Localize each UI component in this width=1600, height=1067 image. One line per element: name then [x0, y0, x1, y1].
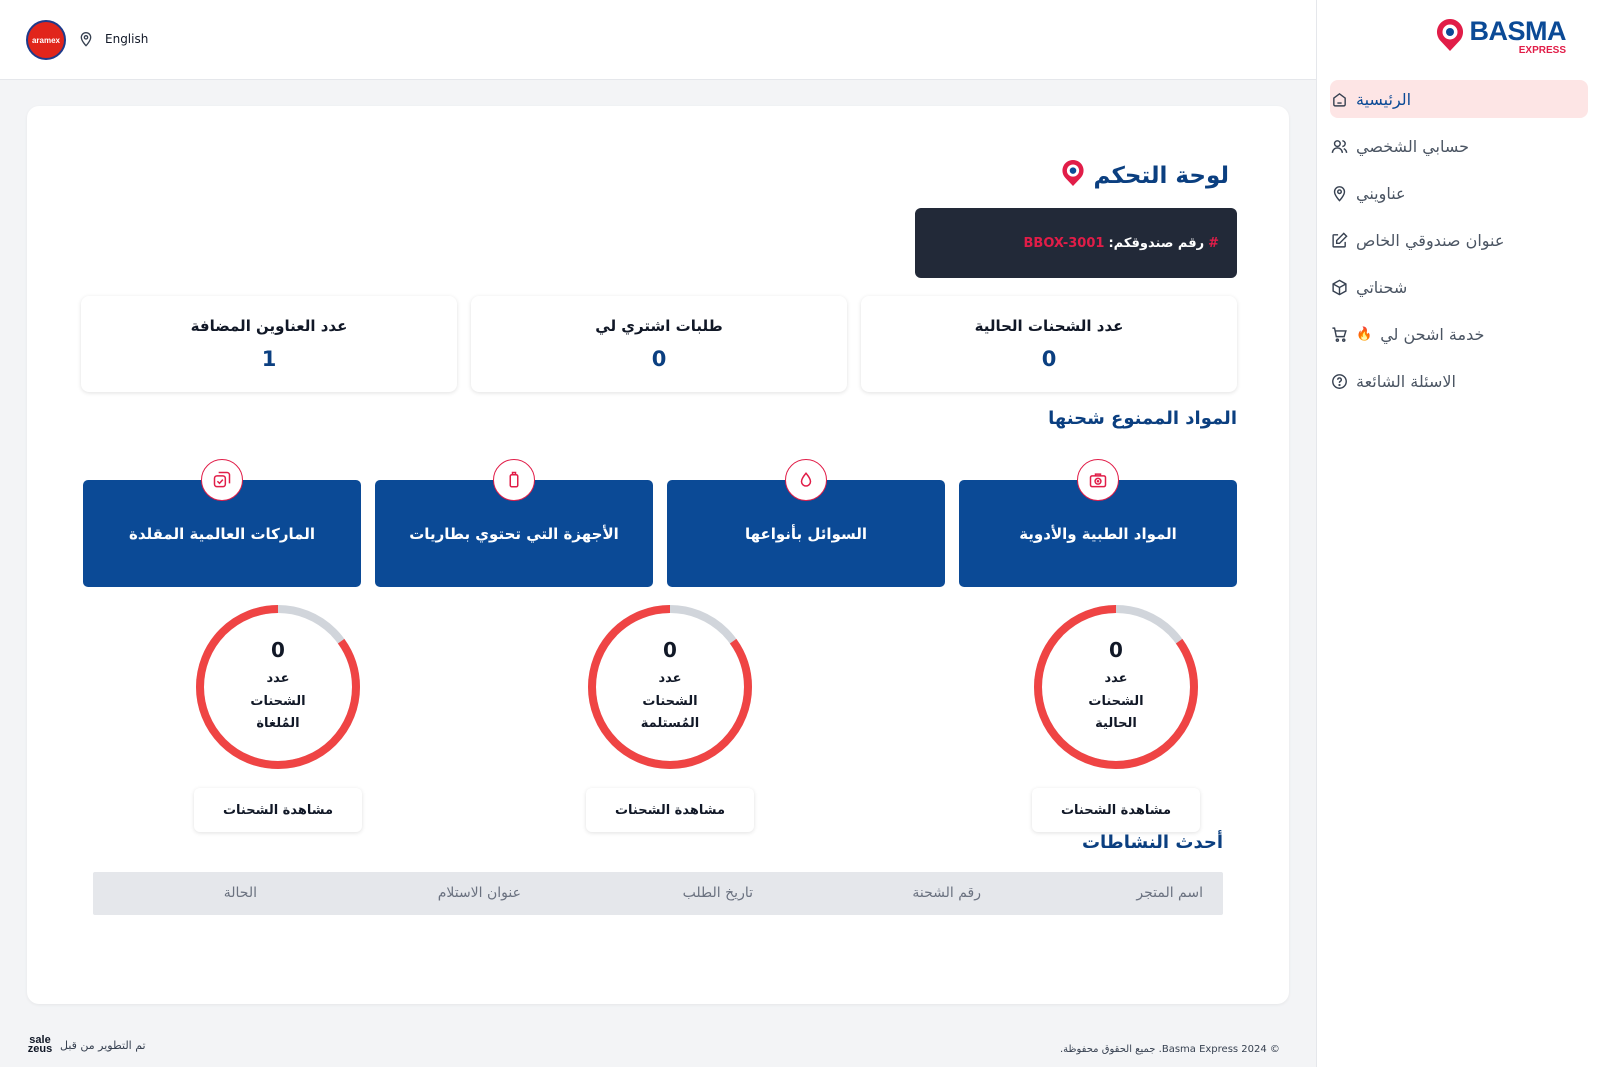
prohibited-card-medical[interactable]: المواد الطبية والأدوية	[959, 459, 1237, 587]
sidebar-item-ship-for-me[interactable]: خدمة اشحن لي 🔥	[1330, 315, 1588, 353]
salezeus-logo[interactable]: sale zeus	[26, 1035, 54, 1055]
ring-chart: 0 عدد الشحنات الحالية	[1031, 602, 1201, 772]
column-header-order-date[interactable]: تاريخ الطلب	[683, 872, 753, 915]
stat-label: طلبات اشتري لي	[595, 317, 723, 335]
stat-value: 0	[651, 347, 667, 371]
dashboard-card: لوحة التحكم # رقم صندوقكم: BBOX-3001 عدد…	[27, 106, 1289, 1004]
sidebar: BASMA EXPRESS الرئيسية حسابي الشخصي عناو…	[1316, 0, 1600, 1067]
logo-name: BASMA	[1469, 16, 1567, 46]
basma-logo[interactable]: BASMA EXPRESS	[1436, 12, 1566, 62]
developer-label: تم التطوير من قبل	[60, 1038, 146, 1052]
basma-logo-mark-icon	[1434, 17, 1466, 57]
prohibited-card-liquids[interactable]: السوائل بأنواعها	[667, 459, 945, 587]
map-pin-icon	[1330, 184, 1348, 202]
language-switch[interactable]: English	[105, 32, 148, 46]
page-title-text: لوحة التحكم	[1093, 163, 1229, 189]
prohibited-label: الأجهزة التي تحتوي بطاريات	[409, 524, 619, 543]
column-header-shipment-no[interactable]: رقم الشحنة	[912, 872, 981, 915]
stat-label: عدد العناوين المضافة	[190, 317, 348, 335]
sidebar-item-label: عنوان صندوقي الخاص	[1356, 230, 1505, 250]
view-shipments-button[interactable]: مشاهدة الشحنات	[194, 788, 362, 832]
ring-chart: 0 عدد الشحنات المُستلمة	[585, 602, 755, 772]
top-bar: aramex English	[0, 0, 1316, 80]
help-icon	[1330, 372, 1348, 390]
sidebar-item-label: خدمة اشحن لي	[1380, 324, 1485, 344]
column-header-pickup-address[interactable]: عنوان الاستلام	[438, 872, 521, 915]
sidebar-item-label: عناويني	[1356, 183, 1406, 203]
column-header-status[interactable]: الحالة	[224, 872, 257, 915]
users-icon	[1330, 137, 1348, 155]
medical-kit-icon	[1077, 459, 1119, 501]
ring-value: 0	[663, 637, 677, 662]
map-pin-icon	[78, 31, 94, 51]
sidebar-item-label: شحناتي	[1356, 277, 1408, 297]
aramex-logo[interactable]: aramex	[26, 20, 66, 60]
ring-value: 0	[271, 637, 285, 662]
prohibited-title: المواد الممنوع شحنها	[1048, 408, 1237, 429]
edit-icon	[1330, 231, 1348, 249]
sidebar-item-profile[interactable]: حسابي الشخصي	[1330, 127, 1588, 165]
sidebar-item-shipments[interactable]: شحناتي	[1330, 268, 1588, 306]
sidebar-item-home[interactable]: الرئيسية	[1330, 80, 1588, 118]
home-icon	[1330, 90, 1348, 108]
copy-check-icon	[201, 459, 243, 501]
footer-developer: sale zeus تم التطوير من قبل	[26, 1035, 146, 1055]
stat-card-addresses: عدد العناوين المضافة 1	[81, 296, 457, 392]
package-icon	[1330, 278, 1348, 296]
view-shipments-button[interactable]: مشاهدة الشحنات	[586, 788, 754, 832]
ring-cancelled-shipments: 0 عدد الشحنات المُلغاة مشاهدة الشحنات	[193, 602, 363, 832]
sidebar-item-addresses[interactable]: عناويني	[1330, 174, 1588, 212]
prohibited-items: المواد الطبية والأدوية السوائل بأنواعها …	[81, 459, 1237, 588]
ring-label: عدد الشحنات المُلغاة	[250, 670, 306, 732]
activity-table-header: اسم المتجر رقم الشحنة تاريخ الطلب عنوان …	[93, 872, 1223, 915]
ring-chart: 0 عدد الشحنات المُلغاة	[193, 602, 363, 772]
prohibited-label: السوائل بأنواعها	[744, 524, 868, 543]
stat-value: 1	[261, 347, 277, 371]
stat-card-buy-for-me: طلبات اشتري لي 0	[471, 296, 847, 392]
column-header-store[interactable]: اسم المتجر	[1136, 872, 1203, 915]
basma-mark-icon	[1060, 158, 1086, 194]
ring-received-shipments: 0 عدد الشحنات المُستلمة مشاهدة الشحنات	[585, 602, 755, 832]
ring-label: عدد الشحنات الحالية	[1088, 670, 1144, 732]
box-number-value[interactable]: BBOX-3001	[1024, 236, 1105, 251]
view-shipments-button[interactable]: مشاهدة الشحنات	[1032, 788, 1200, 832]
prohibited-card-counterfeit[interactable]: الماركات العالمية المقلدة	[83, 459, 361, 587]
stat-value: 0	[1041, 347, 1057, 371]
sidebar-nav: الرئيسية حسابي الشخصي عناويني عنوان صندو…	[1330, 80, 1588, 409]
sidebar-item-box-address[interactable]: عنوان صندوقي الخاص	[1330, 221, 1588, 259]
ring-label: عدد الشحنات المُستلمة	[640, 670, 700, 732]
stats-row: عدد الشحنات الحالية 0 طلبات اشتري لي 0 ع…	[81, 296, 1237, 392]
prohibited-card-batteries[interactable]: الأجهزة التي تحتوي بطاريات	[375, 459, 653, 587]
page-title: لوحة التحكم	[1060, 158, 1229, 194]
sidebar-item-label: حسابي الشخصي	[1356, 136, 1470, 156]
droplet-icon	[785, 459, 827, 501]
logo-sub: EXPRESS	[1518, 45, 1566, 56]
box-number-banner: # رقم صندوقكم: BBOX-3001	[915, 208, 1237, 278]
sidebar-item-faq[interactable]: الاسئلة الشائعة	[1330, 362, 1588, 400]
footer-copyright: © Basma Express 2024. جميع الحقوق محفوظة…	[1060, 1044, 1280, 1055]
fire-icon: 🔥	[1356, 326, 1373, 342]
sidebar-item-label: الرئيسية	[1356, 89, 1412, 109]
stat-card-current-shipments: عدد الشحنات الحالية 0	[861, 296, 1237, 392]
stat-label: عدد الشحنات الحالية	[974, 317, 1124, 335]
ring-current-shipments: 0 عدد الشحنات الحالية مشاهدة الشحنات	[1031, 602, 1201, 832]
sidebar-item-label: الاسئلة الشائعة	[1356, 371, 1456, 391]
box-number-label: رقم صندوقكم:	[1108, 235, 1205, 251]
prohibited-label: الماركات العالمية المقلدة	[128, 524, 316, 543]
activity-title: أحدث النشاطات	[1081, 832, 1223, 853]
ring-value: 0	[1109, 637, 1123, 662]
hash-icon: #	[1208, 235, 1219, 251]
battery-icon	[493, 459, 535, 501]
prohibited-label: المواد الطبية والأدوية	[1019, 524, 1177, 543]
cart-icon	[1330, 325, 1348, 343]
